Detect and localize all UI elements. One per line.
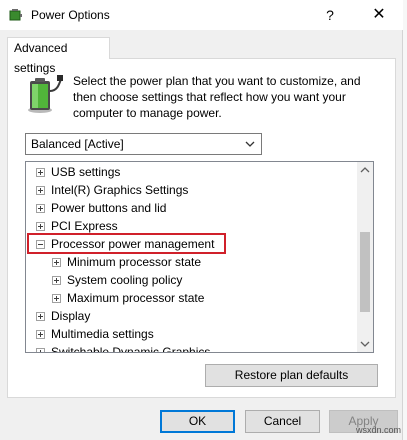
power-plan-select[interactable]: Balanced [Active] — [25, 133, 262, 155]
expand-icon[interactable] — [36, 186, 45, 195]
tree-item-label: Multimedia settings — [51, 327, 154, 341]
scroll-down-icon[interactable] — [357, 336, 373, 352]
chevron-down-icon — [244, 138, 256, 150]
restore-plan-defaults-button[interactable]: Restore plan defaults — [205, 364, 378, 387]
scroll-up-icon[interactable] — [357, 162, 373, 178]
tree-item-label: Switchable Dynamic Graphics — [51, 345, 211, 353]
tree-item[interactable]: Multimedia settings — [26, 325, 356, 343]
close-button[interactable]: ✕ — [366, 4, 392, 26]
expand-icon[interactable] — [36, 348, 45, 352]
power-options-window: Power Options ? ✕ Advanced settings Sele… — [0, 0, 403, 440]
tree-item[interactable]: Display — [26, 307, 356, 325]
window-title: Power Options — [31, 8, 110, 22]
expand-icon[interactable] — [52, 258, 61, 267]
expand-icon[interactable] — [36, 204, 45, 213]
tree-item-label: System cooling policy — [67, 273, 183, 287]
settings-tree[interactable]: USB settings Intel(R) Graphics Settings Po… — [25, 161, 374, 353]
tab-advanced-settings[interactable]: Advanced settings — [7, 37, 110, 75]
highlight-annotation — [27, 233, 226, 254]
intro-text: Select the power plan that you want to c… — [73, 74, 361, 120]
expand-icon[interactable] — [36, 312, 45, 321]
tree-item-label: Maximum processor state — [67, 291, 205, 305]
tree-item[interactable]: Power buttons and lid — [26, 199, 356, 217]
watermark-text: wsxdn.com — [356, 425, 402, 435]
ok-button[interactable]: OK — [160, 410, 235, 433]
expand-icon[interactable] — [36, 222, 45, 231]
help-button[interactable]: ? — [318, 4, 342, 26]
tree-item[interactable]: Minimum processor state — [26, 253, 356, 271]
tree-item[interactable]: Maximum processor state — [26, 289, 356, 307]
tree-scrollbar[interactable] — [357, 162, 373, 352]
power-options-icon — [8, 7, 24, 23]
tree-item[interactable]: Intel(R) Graphics Settings — [26, 181, 356, 199]
tree-item-label: Minimum processor state — [67, 255, 202, 269]
tree-item-label: Power buttons and lid — [51, 201, 167, 215]
scrollbar-thumb[interactable] — [360, 232, 370, 312]
expand-icon[interactable] — [36, 168, 45, 177]
title-bar: Power Options ? ✕ — [0, 0, 403, 30]
power-plan-value: Balanced [Active] — [31, 137, 124, 151]
tree-item-label: Display — [51, 309, 91, 323]
expand-icon[interactable] — [52, 276, 61, 285]
battery-icon — [23, 73, 65, 115]
cancel-button[interactable]: Cancel — [245, 410, 320, 433]
tree-item[interactable]: System cooling policy — [26, 271, 356, 289]
background-window-edge — [403, 0, 407, 440]
expand-icon[interactable] — [36, 330, 45, 339]
tree-item[interactable]: Switchable Dynamic Graphics — [26, 343, 356, 353]
tree-item[interactable]: USB settings — [26, 163, 356, 181]
expand-icon[interactable] — [52, 294, 61, 303]
tree-item-label: USB settings — [51, 165, 121, 179]
tree-item-label: Intel(R) Graphics Settings — [51, 183, 189, 197]
